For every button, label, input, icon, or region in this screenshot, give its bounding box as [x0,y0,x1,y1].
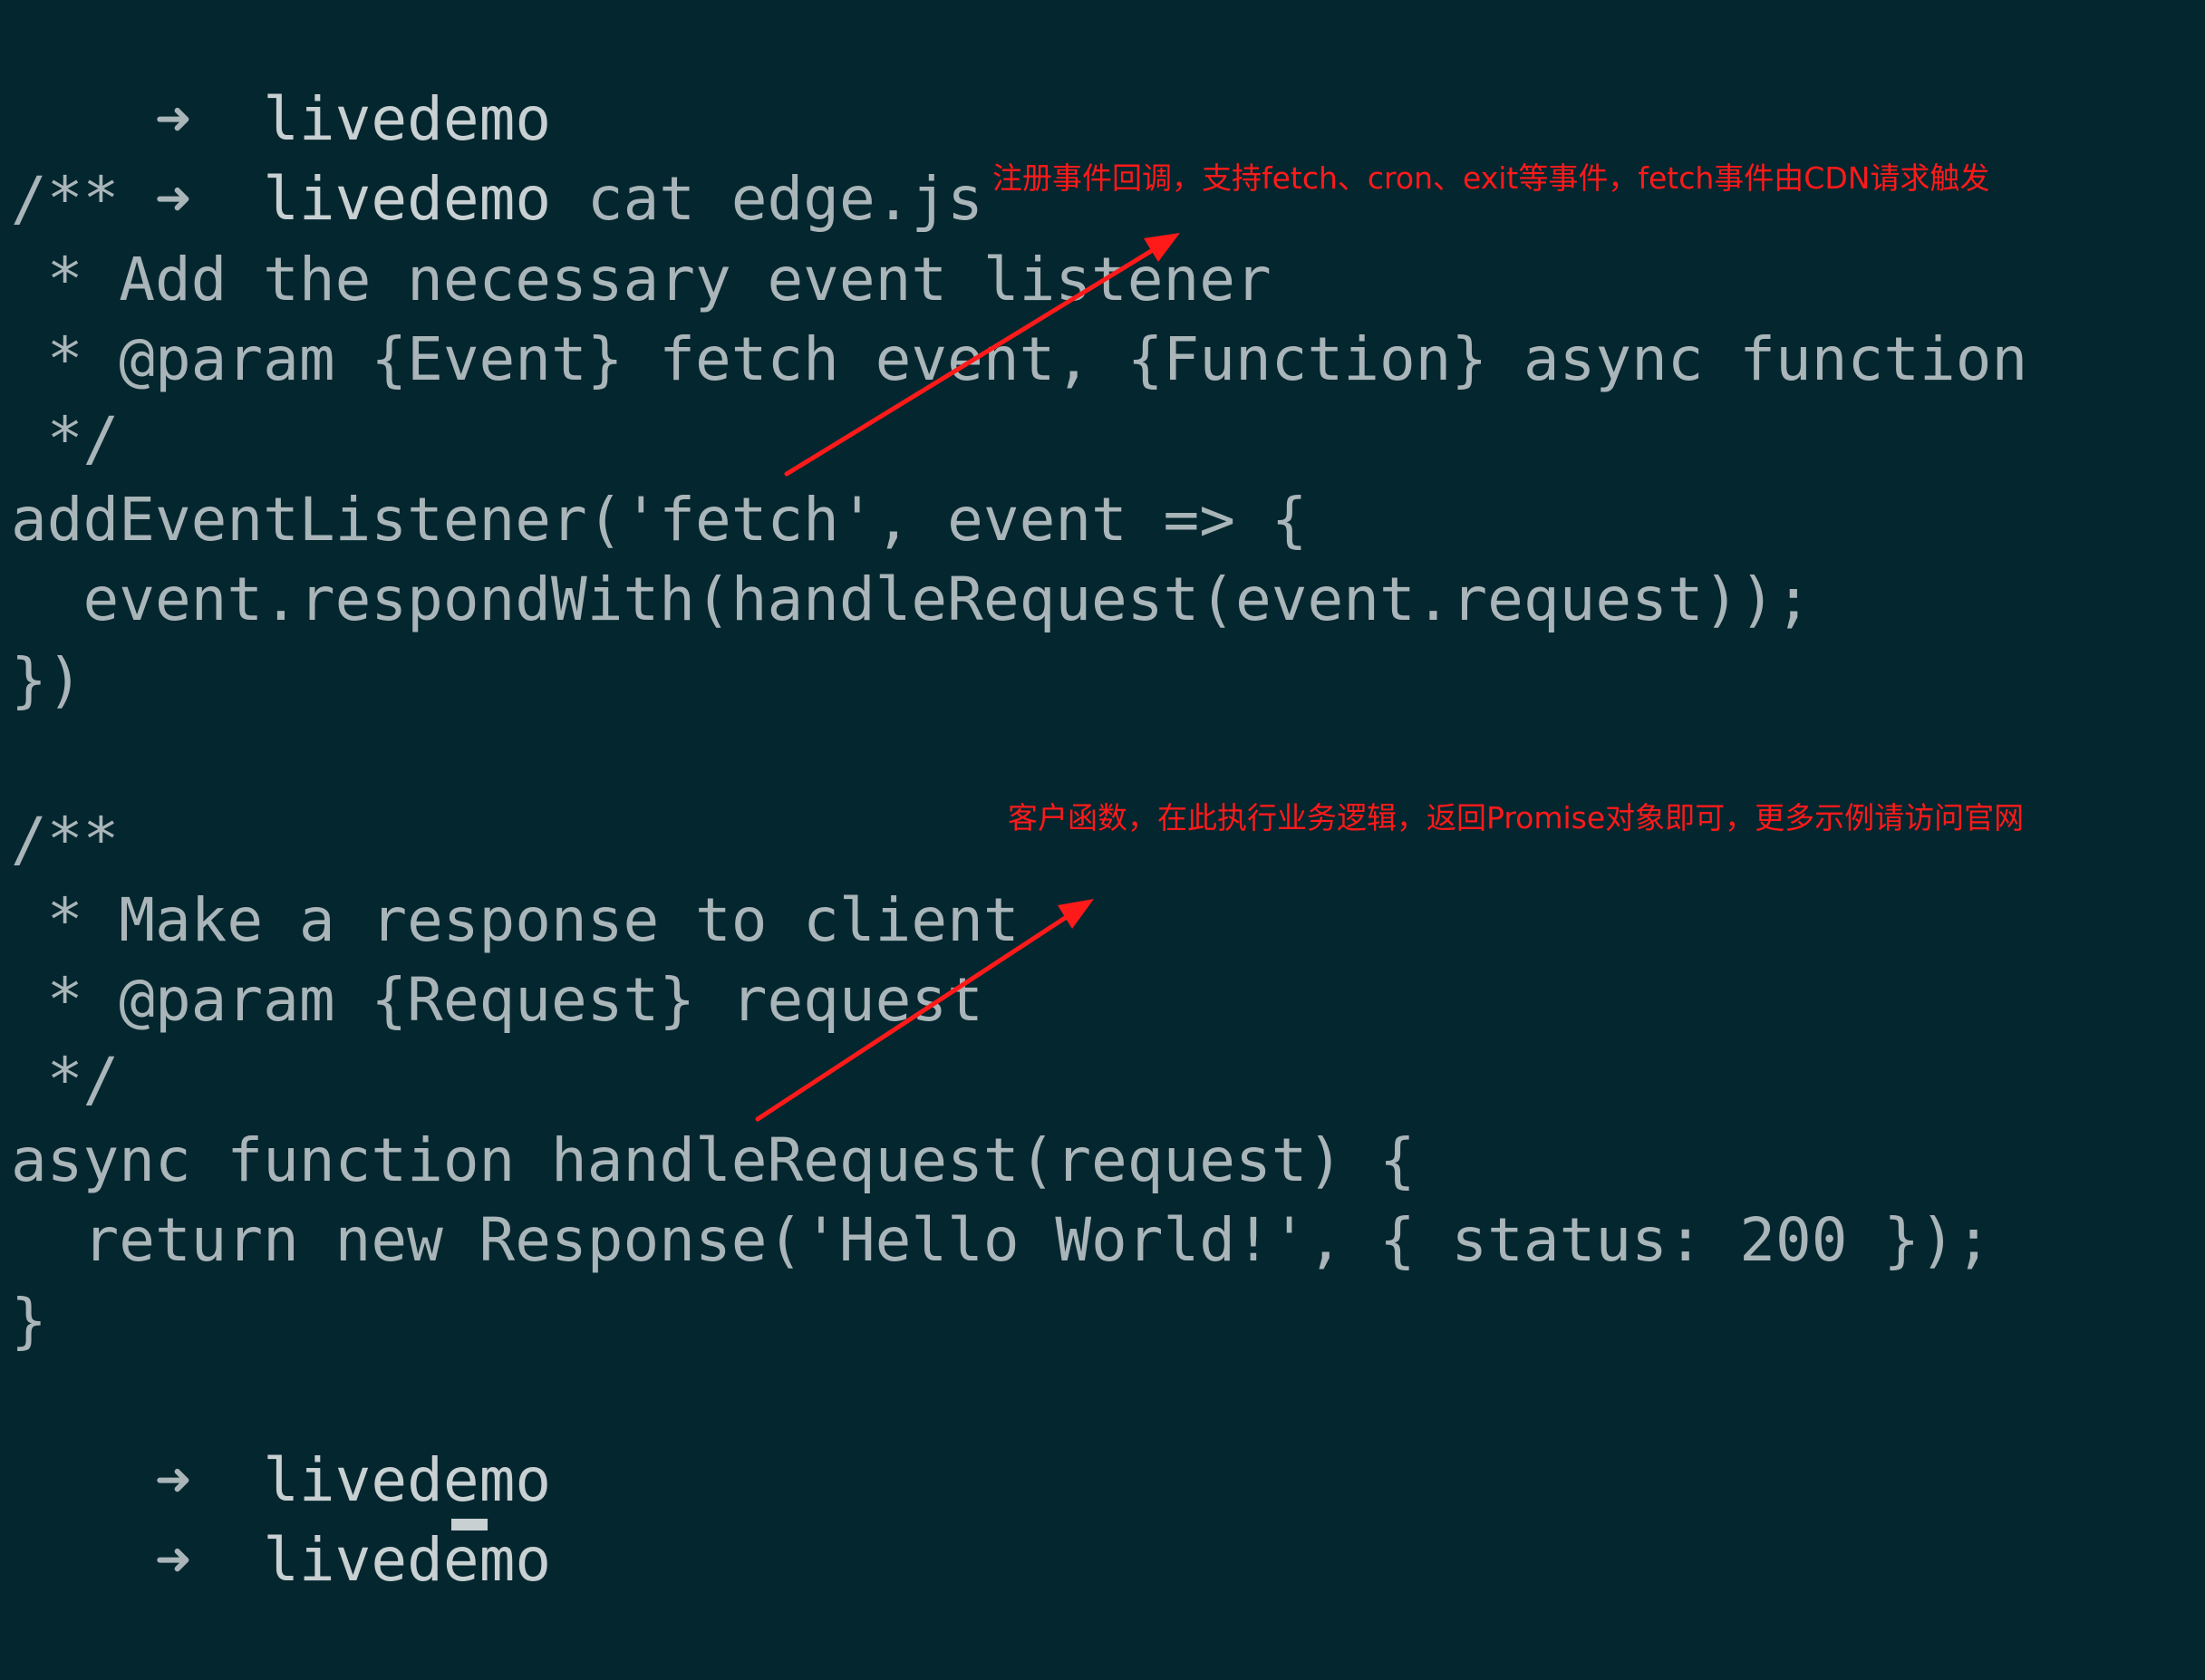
code-line: async function handleRequest(request) { [11,1125,1416,1195]
code-line: addEventListener('fetch', event => { [11,485,1308,555]
code-line: */ [11,1045,120,1115]
code-line: * Add the necessary event listener [11,245,1272,314]
prompt-line: ➜ livedemo [11,0,587,154]
code-line: } [11,1286,47,1356]
code-line: * @param {Request} request [11,965,983,1035]
terminal-window[interactable]: ➜ livedemo ➜ livedemo cat edge.js /** * … [0,0,2205,1595]
prompt-line: ➜ livedemo [11,1441,587,1595]
prompt-directory: livedemo [263,164,552,234]
terminal-cursor [451,1519,488,1530]
prompt-directory: livedemo [263,1525,552,1595]
prompt-arrow-icon: ➜ [154,1525,191,1595]
prompt-arrow-icon: ➜ [154,164,191,234]
annotation-event-listener: 注册事件回调，支持fetch、cron、exit等事件，fetch事件由CDN请… [992,160,1990,196]
code-line: /** [11,164,120,234]
prompt-line: ➜ livedemo cat edge.js [11,80,983,234]
code-line: /** [11,805,120,874]
prompt-line: ➜ livedemo [11,1361,587,1515]
code-line: }) [11,645,83,715]
code-line: * Make a response to client [11,885,1020,955]
code-line: event.respondWith(handleRequest(event.re… [11,565,1812,634]
annotation-handle-request: 客户函数，在此执行业务逻辑，返回Promise对象即可，更多示例请访问官网 [1008,800,2025,835]
code-line: */ [11,404,120,474]
prompt-command: cat edge.js [586,164,983,234]
code-line: return new Response('Hello World!', { st… [11,1205,1992,1275]
code-line: * @param {Event} fetch event, {Function}… [11,324,2028,394]
